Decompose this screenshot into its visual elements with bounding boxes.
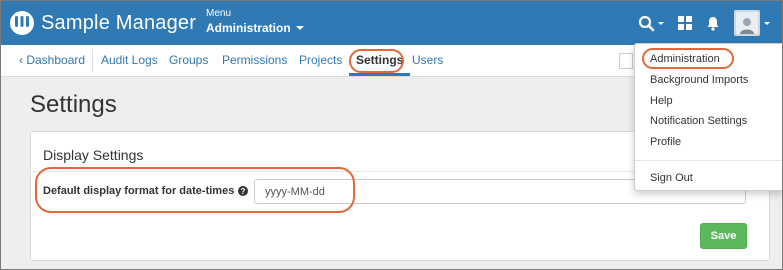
caret-down-icon	[764, 21, 770, 25]
nav-dashboard-label: Dashboard	[26, 53, 86, 67]
highlight-ring-date-field	[35, 167, 355, 213]
menu-item-sign-out[interactable]: Sign Out	[650, 172, 693, 184]
apps-button[interactable]	[678, 16, 692, 30]
user-menu-button[interactable]	[734, 10, 770, 36]
menu-current: Administration	[206, 21, 291, 35]
nav-dashboard-link[interactable]: ‹ Dashboard	[19, 45, 85, 76]
search-icon	[638, 15, 655, 31]
top-header: Sample Manager Menu Administration	[1, 1, 782, 45]
user-avatar-icon	[734, 10, 760, 36]
menu-item-background-imports[interactable]: Background Imports	[650, 74, 748, 86]
page-title: Settings	[30, 91, 117, 118]
save-button[interactable]: Save	[700, 223, 747, 249]
panel-heading: Display Settings	[43, 147, 144, 163]
logo-icon	[10, 11, 34, 35]
menu-label: Menu	[206, 8, 232, 19]
nav-overflow-control[interactable]	[619, 53, 633, 69]
notifications-button[interactable]	[706, 16, 720, 31]
nav-divider	[92, 49, 93, 72]
menu-item-notification-settings[interactable]: Notification Settings	[650, 115, 747, 127]
header-actions	[638, 1, 782, 45]
app-logo[interactable]: Sample Manager	[9, 10, 196, 36]
tab-audit-logs[interactable]: Audit Logs	[101, 45, 158, 76]
tab-users[interactable]: Users	[412, 45, 443, 76]
tab-projects[interactable]: Projects	[299, 45, 342, 76]
app-window: Sample Manager Menu Administration ‹ Das…	[0, 0, 783, 270]
menu-current-row: Administration	[206, 20, 304, 36]
caret-down-icon	[658, 21, 664, 25]
search-button[interactable]	[638, 15, 664, 32]
app-name: Sample Manager	[41, 11, 197, 34]
menu-item-profile[interactable]: Profile	[650, 136, 681, 148]
grid-icon	[678, 16, 692, 30]
menu-divider	[635, 160, 782, 161]
highlight-ring-administration	[642, 48, 734, 69]
tab-groups[interactable]: Groups	[169, 45, 208, 76]
main-menu[interactable]: Menu Administration	[206, 8, 304, 36]
chevron-left-icon: ‹	[19, 53, 23, 67]
bell-icon	[707, 16, 719, 31]
menu-item-help[interactable]: Help	[650, 95, 673, 107]
caret-down-icon	[295, 26, 304, 30]
tab-permissions[interactable]: Permissions	[222, 45, 287, 76]
highlight-ring-settings	[349, 49, 404, 73]
